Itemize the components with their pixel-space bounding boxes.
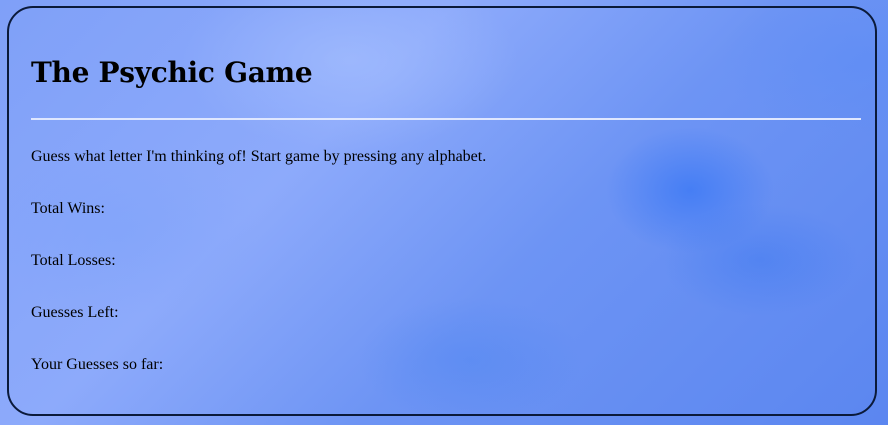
page-title: The Psychic Game: [31, 56, 313, 89]
total-losses-label: Total Losses:: [31, 252, 116, 269]
total-losses-row: Total Losses:: [31, 252, 116, 270]
total-wins-label: Total Wins:: [31, 200, 105, 217]
guesses-so-far-label: Your Guesses so far:: [31, 356, 164, 373]
total-wins-row: Total Wins:: [31, 200, 105, 218]
instructions-text: Guess what letter I'm thinking of! Start…: [31, 148, 487, 165]
guesses-left-label: Guesses Left:: [31, 304, 119, 321]
game-card: The Psychic Game Guess what letter I'm t…: [7, 6, 877, 416]
guesses-so-far-row: Your Guesses so far:: [31, 356, 163, 374]
title-divider: [31, 118, 861, 120]
guesses-left-row: Guesses Left:: [31, 304, 119, 322]
